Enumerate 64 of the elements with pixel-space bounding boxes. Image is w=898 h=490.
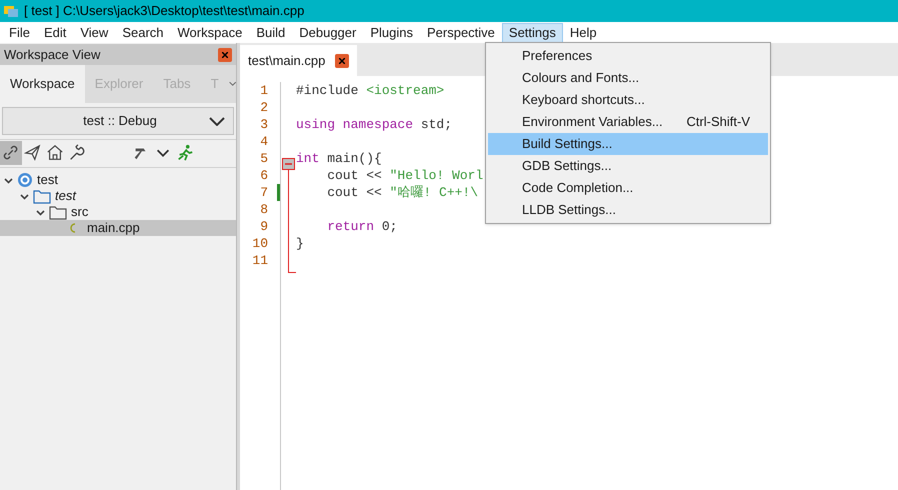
line-number: 4 xyxy=(260,132,268,151)
menu-item[interactable]: Plugins xyxy=(363,22,420,42)
editor-tab[interactable]: test\main.cpp xyxy=(240,45,358,76)
panel-tab[interactable]: Workspace xyxy=(0,65,85,103)
line-number: 8 xyxy=(260,200,268,219)
menu-item[interactable]: Search xyxy=(115,22,171,42)
tree-item[interactable]: test xyxy=(0,172,236,188)
home-icon xyxy=(46,144,64,162)
tree-item[interactable]: test xyxy=(0,188,236,204)
code-line: cout << "哈囉! C++!\ xyxy=(326,184,478,202)
code-line: using namespace std; xyxy=(296,116,452,134)
wrench-icon xyxy=(68,144,86,162)
line-number: 5 xyxy=(260,150,268,168)
menu-item[interactable]: Code Completion... xyxy=(488,177,768,199)
menu-item[interactable]: Environment Variables... Ctrl-Shift-V xyxy=(488,111,768,133)
chevron-down-icon[interactable] xyxy=(228,80,236,88)
line-number: 1 xyxy=(260,82,268,100)
link-icon xyxy=(2,144,20,162)
folder-icon xyxy=(49,204,67,220)
menu-item[interactable]: Workspace xyxy=(170,22,250,42)
line-number: 6 xyxy=(260,166,268,185)
app-icon xyxy=(4,5,18,17)
menu-item[interactable]: Preferences xyxy=(488,45,768,67)
code-line: cout << "Hello! Worl xyxy=(326,166,484,185)
code-line: return 0; xyxy=(326,218,398,236)
line-number: 11 xyxy=(252,252,268,270)
tree-item[interactable]: main.cpp xyxy=(0,220,236,236)
menu-item[interactable]: LLDB Settings... xyxy=(488,199,768,221)
close-button[interactable] xyxy=(218,48,232,62)
folder-icon xyxy=(33,188,51,204)
line-number: 3 xyxy=(260,116,268,134)
paper-plane-icon xyxy=(24,144,42,162)
menu-item[interactable]: Debugger xyxy=(292,22,364,42)
panel-title: Workspace View xyxy=(4,46,100,64)
code-line: int main(){ xyxy=(296,150,382,168)
line-number: 10 xyxy=(252,234,268,253)
shortcut-label: Ctrl-Shift-V xyxy=(686,113,750,132)
close-button[interactable] xyxy=(335,54,350,68)
running-figure-icon xyxy=(176,144,194,162)
menu-item[interactable]: Keyboard shortcuts... xyxy=(488,89,768,111)
chevron-down-icon xyxy=(209,116,225,126)
menu-item[interactable]: GDB Settings... xyxy=(488,155,768,177)
link-button[interactable] xyxy=(0,140,22,164)
menu-item[interactable]: Settings xyxy=(502,22,563,42)
project-icon xyxy=(17,172,33,188)
configuration-dropdown[interactable]: test :: Debug xyxy=(2,107,234,135)
menu-item[interactable]: Colours and Fonts... xyxy=(488,67,768,89)
menu-item[interactable]: View xyxy=(73,22,116,42)
line-number: 9 xyxy=(260,218,268,236)
menu-item[interactable]: Build xyxy=(249,22,292,42)
window-title: [ test ] C:\Users\jack3\Desktop\test\test\main.cpp xyxy=(24,2,304,20)
tree-item[interactable]: src xyxy=(0,204,236,220)
menu-item[interactable]: Perspective xyxy=(420,22,502,42)
menu-item[interactable]: Edit xyxy=(36,22,74,42)
menu-item[interactable]: File xyxy=(2,22,37,42)
fold-marker[interactable] xyxy=(282,158,296,273)
line-number: 7 xyxy=(260,184,268,202)
line-number: 2 xyxy=(260,98,268,117)
close-icon xyxy=(339,58,346,64)
code-line: #include <iostream> xyxy=(296,82,444,100)
code-line: } xyxy=(296,234,304,253)
close-icon xyxy=(222,52,228,58)
menu-item[interactable]: Build Settings... xyxy=(488,133,768,155)
menu-item[interactable]: Help xyxy=(562,22,604,42)
